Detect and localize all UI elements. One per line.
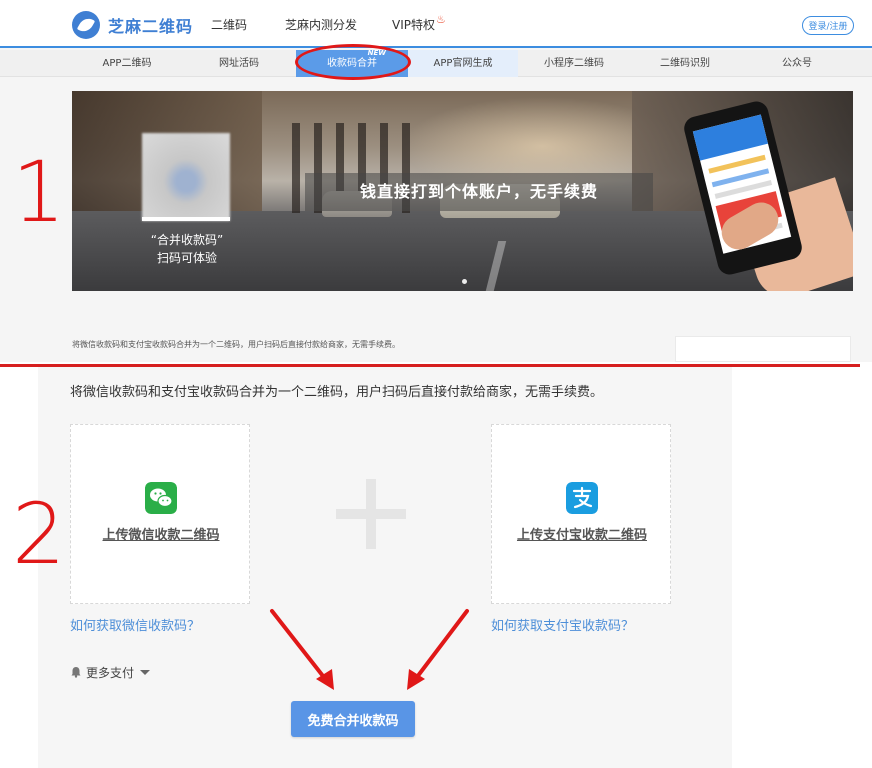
page-description: 将微信收款码和支付宝收款码合并为一个二维码，用户扫码后直接付款给商家，无需手续费… [72, 340, 400, 349]
tab-mini-program-qrcode[interactable]: 小程序二维码 [520, 50, 628, 77]
annotated-screenshot: 芝麻二维码 二维码 芝麻内测分发 VIP特权 ♨ 登录/注册 APP二维码 网址… [0, 0, 872, 768]
wechat-help-link[interactable]: 如何获取微信收款码？ [70, 615, 200, 634]
carousel-dots [462, 279, 467, 284]
sub-navigation: APP二维码 网址活码 收款码合并 NEW APP官网生成 小程序二维码 二维码… [0, 49, 872, 77]
chevron-down-icon [140, 669, 151, 675]
more-payment-label: 更多支付 [86, 665, 135, 680]
nav-item-label: VIP特权 [392, 17, 435, 32]
logo-text: 芝麻二维码 [108, 17, 194, 36]
banner-caption: 扫码可体验 [156, 251, 217, 265]
phone-screen [692, 114, 769, 161]
site-page-top: 芝麻二维码 二维码 芝麻内测分发 VIP特权 ♨ 登录/注册 APP二维码 网址… [0, 0, 872, 362]
banner-slogan: 钱直接打到个体账户，无手续费 [359, 182, 598, 201]
annotation-step-number: 2 [12, 485, 66, 583]
tab-qrcode-recognition[interactable]: 二维码识别 [630, 50, 740, 77]
flame-icon: ♨ [436, 12, 446, 26]
nav-item-label: 芝麻内测分发 [285, 17, 358, 32]
more-payment-toggle[interactable]: 更多支付 [70, 663, 151, 681]
wechat-upload-label[interactable]: 上传微信收款二维码 [71, 524, 251, 543]
sample-qrcode-image [142, 133, 230, 221]
site-logo[interactable]: 芝麻二维码 [72, 10, 193, 40]
tab-official-account[interactable]: 公众号 [742, 50, 852, 77]
nav-item-vip[interactable]: VIP特权 ♨ [392, 0, 446, 48]
annotation-step-number: 1 [12, 143, 66, 241]
arrow-head [316, 669, 334, 690]
merge-form-panel: 将微信收款码和支付宝收款码合并为一个二维码，用户扫码后直接付款给商家，无需手续费… [38, 367, 732, 768]
alipay-help-link[interactable]: 如何获取支付宝收款码？ [491, 615, 634, 634]
leaf-logo-icon [72, 11, 100, 39]
banner-background [142, 217, 230, 221]
annotation-arrow [409, 609, 469, 687]
tab-live-url[interactable]: 网址活码 [184, 50, 294, 77]
login-register-button[interactable]: 登录/注册 [802, 16, 854, 35]
plus-icon [366, 479, 376, 549]
form-intro: 将微信收款码和支付宝收款码合并为一个二维码，用户扫码后直接付款给商家，无需手续费… [70, 385, 604, 400]
promo-banner[interactable]: “合并收款码” 扫码可体验 钱直接打到个体账户，无手续费 [72, 91, 853, 291]
carousel-dot[interactable] [462, 279, 467, 284]
wechat-icon [145, 482, 177, 514]
side-panel [675, 336, 851, 362]
alipay-icon [566, 482, 598, 514]
top-header: 芝麻二维码 二维码 芝麻内测分发 VIP特权 ♨ 登录/注册 [0, 0, 872, 48]
tab-app-qrcode[interactable]: APP二维码 [72, 50, 182, 77]
bell-icon [71, 667, 81, 678]
alipay-upload-label[interactable]: 上传支付宝收款二维码 [492, 524, 672, 543]
banner-caption: “合并收款码” [150, 233, 224, 247]
alipay-upload-area[interactable]: 上传支付宝收款二维码 [491, 424, 671, 604]
nav-item-label: 二维码 [211, 17, 248, 32]
wechat-upload-area[interactable]: 上传微信收款二维码 [70, 424, 250, 604]
nav-item-beta-distribution[interactable]: 芝麻内测分发 [285, 0, 357, 48]
annotation-arrow [270, 609, 332, 687]
annotation-circle [295, 44, 411, 80]
merge-payment-code-button[interactable]: 免费合并收款码 [291, 701, 415, 737]
arrow-head [407, 669, 425, 690]
tab-app-website[interactable]: APP官网生成 [408, 50, 518, 77]
nav-item-qrcode[interactable]: 二维码 [211, 0, 247, 48]
